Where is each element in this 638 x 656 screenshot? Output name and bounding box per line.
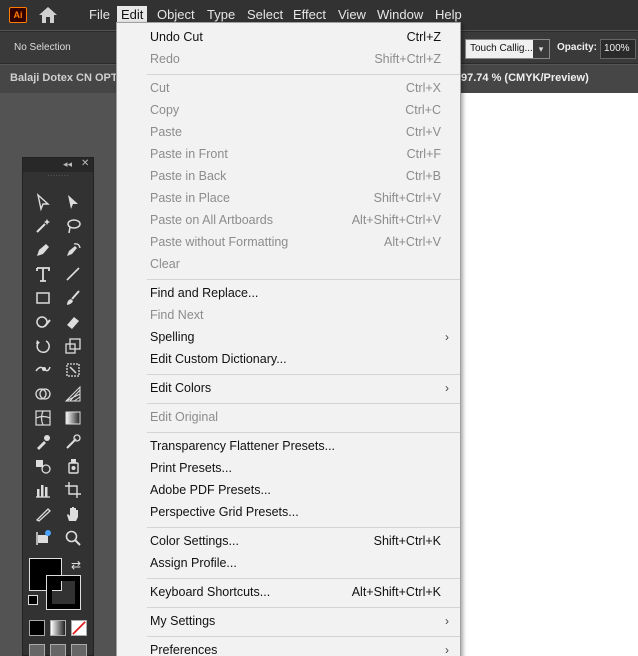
direct-selection-tool-icon[interactable] [61, 192, 85, 212]
artboard-tool-icon[interactable] [61, 480, 85, 500]
menu-item-color-settings[interactable]: Color Settings... Shift+Ctrl+K [117, 530, 460, 552]
menu-item-copy[interactable]: Copy Ctrl+C [117, 99, 460, 121]
menu-separator [147, 607, 460, 608]
menu-item-preferences[interactable]: Preferences › [117, 639, 460, 656]
rectangle-tool-icon[interactable] [31, 288, 55, 308]
pen-tool-icon[interactable] [31, 240, 55, 260]
menu-item-paste-in-back[interactable]: Paste in Back Ctrl+B [117, 165, 460, 187]
blend-tool-icon[interactable] [31, 456, 55, 476]
menu-item-adobe-pdf-presets[interactable]: Adobe PDF Presets... [117, 479, 460, 501]
menu-item-perspective-grid-presets[interactable]: Perspective Grid Presets... [117, 501, 460, 523]
none-mode-icon[interactable] [71, 620, 87, 636]
menu-item-assign-profile[interactable]: Assign Profile... [117, 552, 460, 574]
chevron-right-icon: › [445, 330, 449, 344]
tools-panel: ◂◂ ✕ ········ ⇄ [22, 157, 94, 656]
draw-behind-icon[interactable] [50, 644, 66, 656]
menu-separator [147, 636, 460, 637]
line-segment-tool-icon[interactable] [61, 264, 85, 284]
stroke-swatch[interactable] [46, 575, 81, 610]
opacity-input[interactable]: 100% [600, 39, 636, 59]
document-tab-title[interactable]: Balaji Dotex CN OPT [10, 72, 116, 84]
menu-file[interactable]: File [85, 6, 114, 24]
default-fill-stroke-icon[interactable] [28, 595, 38, 605]
menu-item-redo[interactable]: Redo Shift+Ctrl+Z [117, 48, 460, 70]
puppet-warp-tool-icon[interactable] [31, 360, 55, 380]
menu-item-paste-in-front[interactable]: Paste in Front Ctrl+F [117, 143, 460, 165]
home-icon[interactable] [38, 6, 58, 24]
menu-item-my-settings[interactable]: My Settings › [117, 610, 460, 632]
perspective-grid-tool-icon[interactable] [61, 384, 85, 404]
opacity-label: Opacity: [557, 42, 598, 53]
chevron-right-icon: › [445, 614, 449, 628]
menu-item-print-presets[interactable]: Print Presets... [117, 457, 460, 479]
menu-item-paste-on-all-artboards[interactable]: Paste on All Artboards Alt+Shift+Ctrl+V [117, 209, 460, 231]
menu-separator [147, 279, 460, 280]
document-zoom-mode: 97.74 % (CMYK/Preview) [461, 72, 589, 84]
menu-item-undo-cut[interactable]: Undo Cut Ctrl+Z [117, 26, 460, 48]
zoom-tool-icon[interactable] [61, 528, 85, 548]
shape-builder-tool-icon[interactable] [31, 384, 55, 404]
eyedropper-tool-icon[interactable] [31, 432, 55, 452]
column-graph-tool-icon[interactable] [31, 480, 55, 500]
slice-tool-icon[interactable] [31, 504, 55, 524]
curvature-tool-icon[interactable] [61, 240, 85, 260]
menu-item-edit-original[interactable]: Edit Original [117, 406, 460, 428]
lasso-tool-icon[interactable] [61, 216, 85, 236]
menu-separator [147, 527, 460, 528]
menu-item-keyboard-shortcuts[interactable]: Keyboard Shortcuts... Alt+Shift+Ctrl+K [117, 581, 460, 603]
gradient-mode-icon[interactable] [50, 620, 66, 636]
draw-inside-icon[interactable] [71, 644, 87, 656]
menu-separator [147, 374, 460, 375]
chevron-down-icon[interactable]: ▾ [533, 40, 549, 58]
menu-item-paste-in-place[interactable]: Paste in Place Shift+Ctrl+V [117, 187, 460, 209]
magic-wand-tool-icon[interactable] [31, 216, 55, 236]
menu-item-edit-custom-dictionary[interactable]: Edit Custom Dictionary... [117, 348, 460, 370]
menu-separator [147, 74, 460, 75]
menu-item-paste[interactable]: Paste Ctrl+V [117, 121, 460, 143]
menu-item-edit-colors[interactable]: Edit Colors › [117, 377, 460, 399]
menu-item-cut[interactable]: Cut Ctrl+X [117, 77, 460, 99]
scale-tool-icon[interactable] [61, 336, 85, 356]
chevron-right-icon: › [445, 381, 449, 395]
edit-menu-dropdown: Undo Cut Ctrl+Z Redo Shift+Ctrl+Z Cut Ct… [116, 22, 461, 656]
illustrator-logo-icon: Ai [9, 7, 27, 23]
type-tool-icon[interactable] [31, 264, 55, 284]
brush-name: Touch Callig... [470, 43, 533, 54]
mesh-tool-icon[interactable] [31, 408, 55, 428]
menu-item-find-next[interactable]: Find Next [117, 304, 460, 326]
zoom-fill-tool-icon[interactable] [31, 528, 55, 548]
menu-item-clear[interactable]: Clear [117, 253, 460, 275]
gradient-tool-icon[interactable] [61, 408, 85, 428]
menu-item-spelling[interactable]: Spelling › [117, 326, 460, 348]
menu-item-find-and-replace[interactable]: Find and Replace... [117, 282, 460, 304]
selection-status: No Selection [14, 42, 71, 53]
tools-panel-header: ◂◂ ✕ [23, 158, 93, 172]
collapse-icon[interactable]: ◂◂ [63, 159, 72, 170]
paintbrush-tool-icon[interactable] [61, 288, 85, 308]
swap-fill-stroke-icon[interactable]: ⇄ [71, 558, 81, 572]
menu-separator [147, 432, 460, 433]
shaper-tool-icon[interactable] [31, 312, 55, 332]
menu-item-paste-without-formatting[interactable]: Paste without Formatting Alt+Ctrl+V [117, 231, 460, 253]
free-transform-tool-icon[interactable] [61, 360, 85, 380]
menu-separator [147, 578, 460, 579]
color-mode-icon[interactable] [29, 620, 45, 636]
close-icon[interactable]: ✕ [81, 158, 89, 169]
artboard[interactable] [461, 93, 638, 656]
menu-separator [147, 403, 460, 404]
eraser-tool-icon[interactable] [61, 312, 85, 332]
menu-item-transparency-flattener-presets[interactable]: Transparency Flattener Presets... [117, 435, 460, 457]
symbol-sprayer-tool-icon[interactable] [61, 456, 85, 476]
draw-normal-icon[interactable] [29, 644, 45, 656]
brush-definition-dropdown[interactable]: Touch Callig... ▾ [465, 39, 550, 59]
chevron-right-icon: › [445, 643, 449, 656]
measure-tool-icon[interactable] [61, 432, 85, 452]
selection-tool-icon[interactable] [31, 192, 55, 212]
hand-tool-icon[interactable] [61, 504, 85, 524]
rotate-tool-icon[interactable] [31, 336, 55, 356]
panel-grip[interactable]: ········ [23, 172, 93, 182]
